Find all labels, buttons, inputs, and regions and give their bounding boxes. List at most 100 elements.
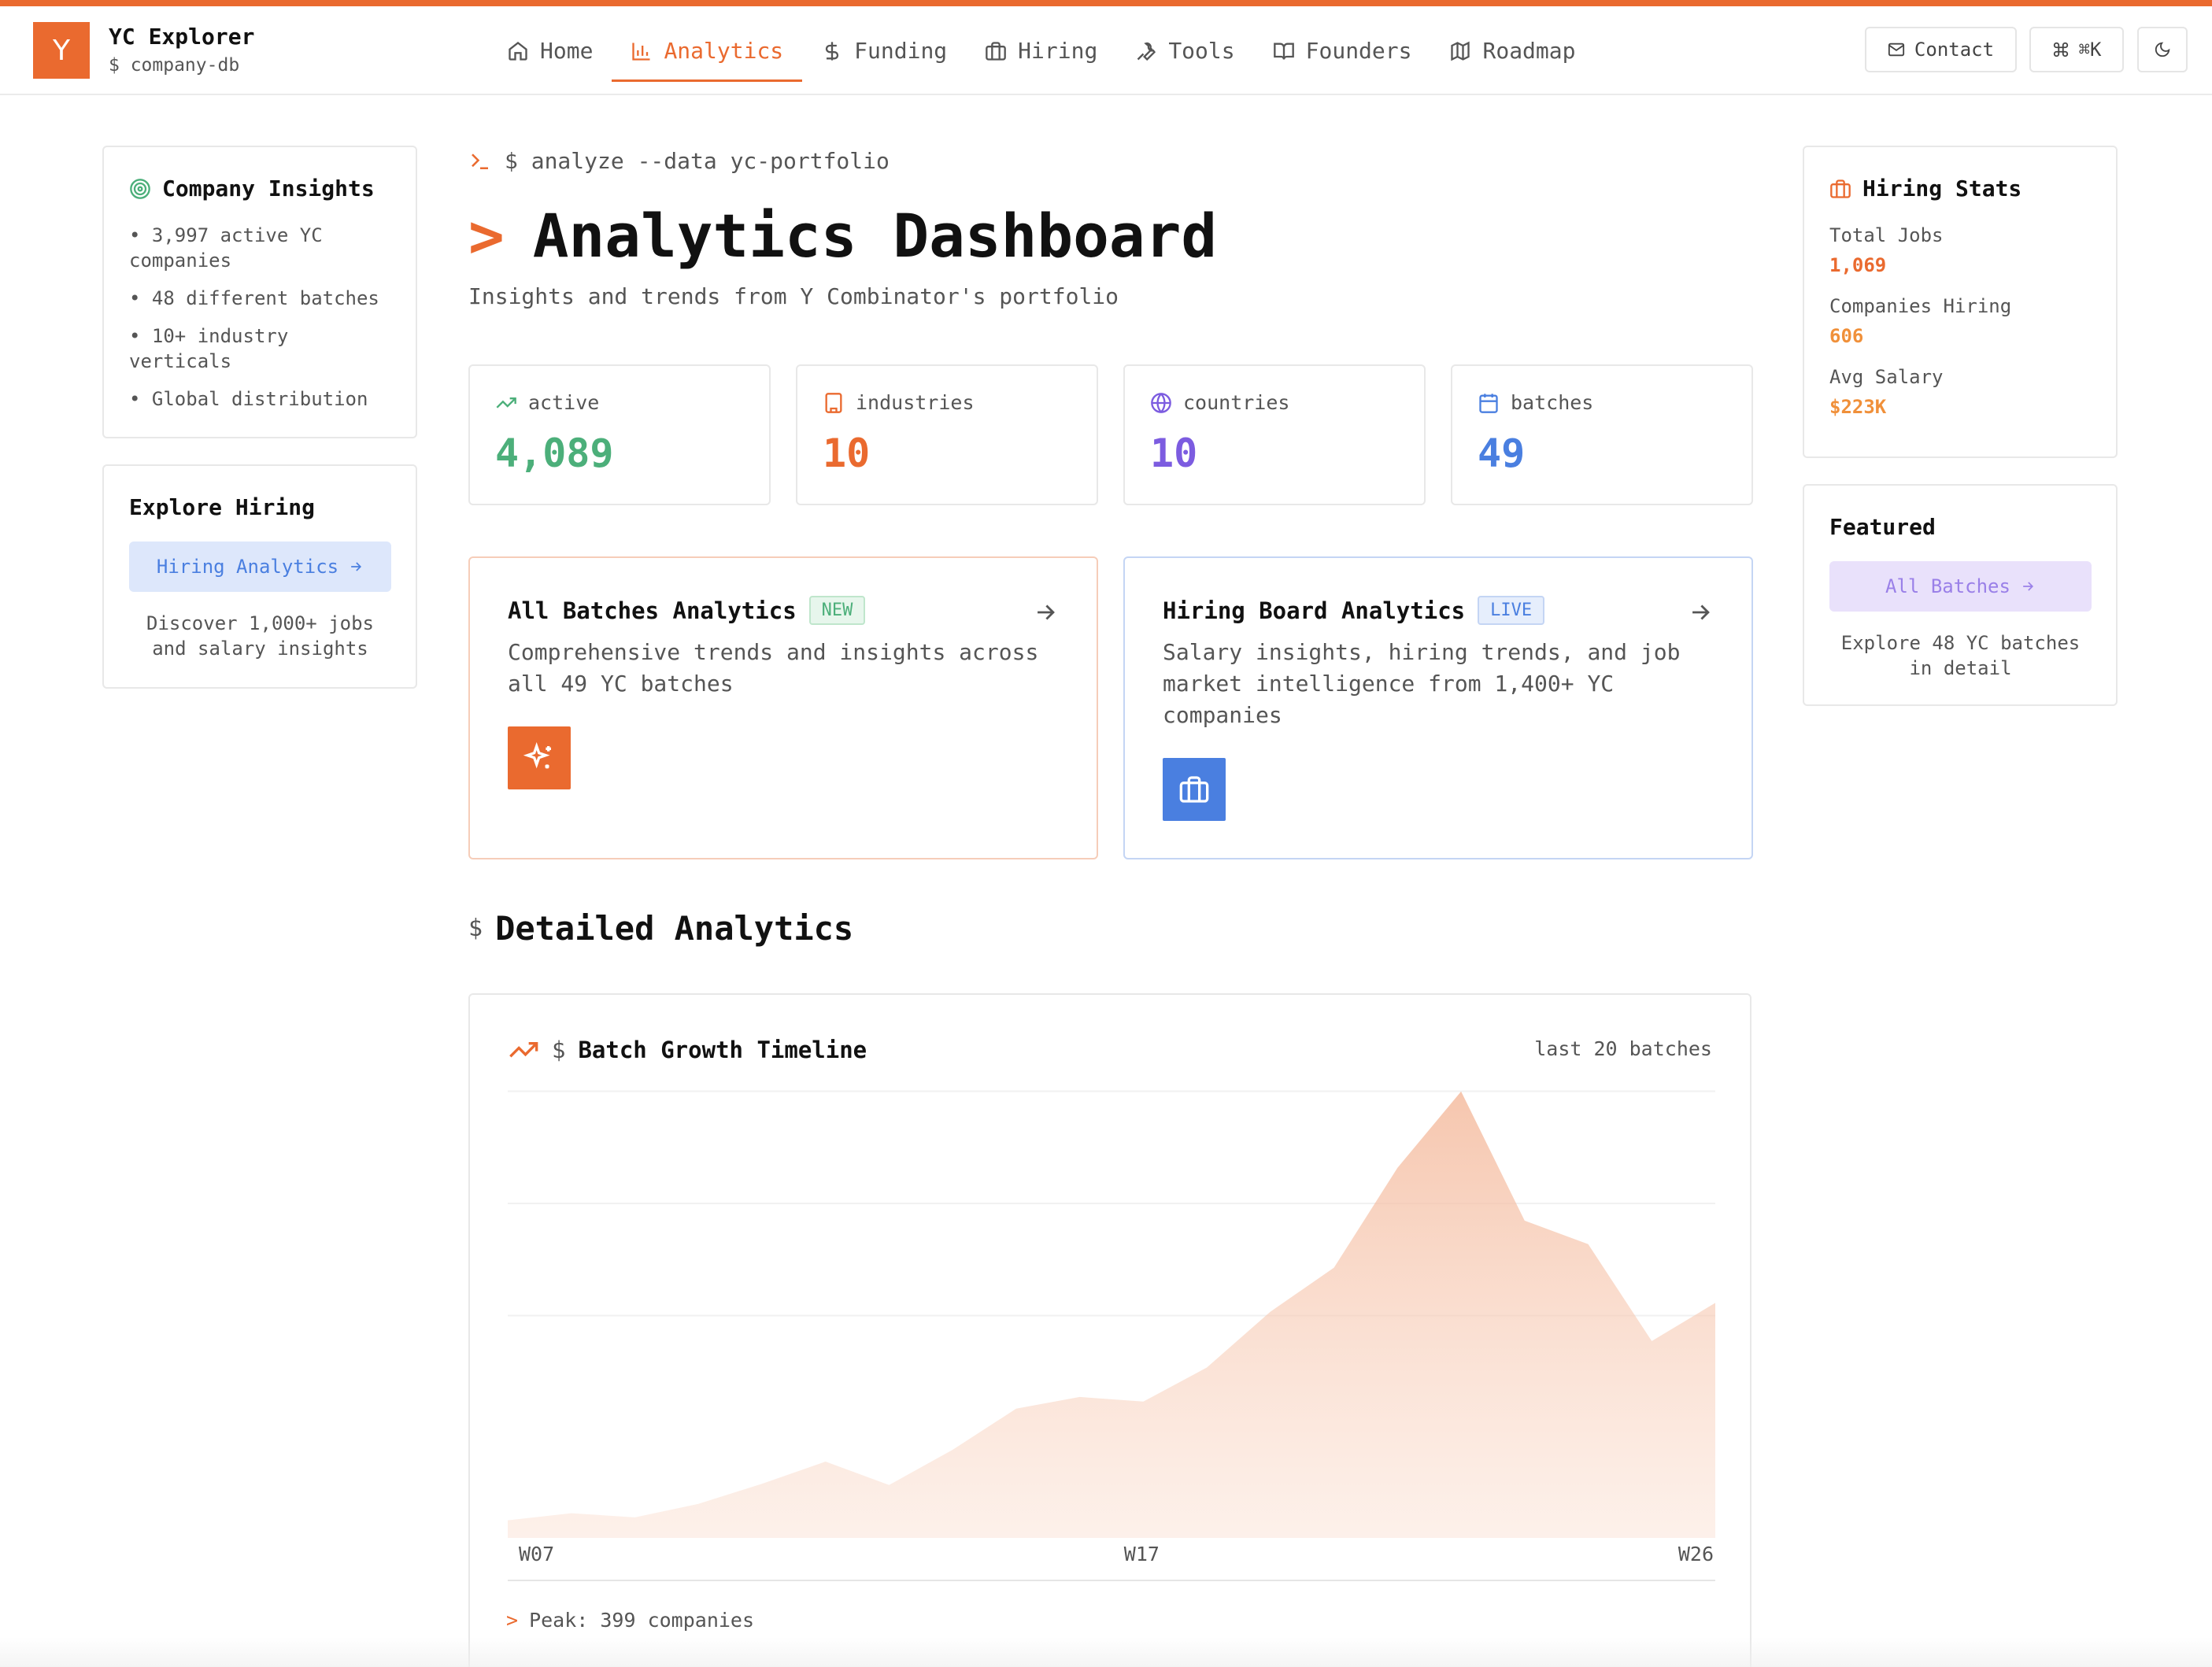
peak-label: Peak: 399 companies (529, 1609, 755, 1632)
hiring-stat-label: Companies Hiring (1829, 295, 2012, 317)
nav-label: Roadmap (1482, 38, 1576, 64)
nav-tools[interactable]: Tools (1116, 24, 1253, 79)
peak-prompt-icon: > (506, 1609, 519, 1632)
page-title: > Analytics Dashboard (468, 201, 1217, 271)
target-icon (130, 178, 150, 199)
nav-label: Tools (1168, 38, 1235, 64)
nav-label: Founders (1305, 38, 1412, 64)
feature-title-row: Hiring Board Analytics LIVE (1163, 596, 1545, 625)
featured-note: Explore 48 YC batches in detail (1840, 632, 2081, 679)
theme-toggle-button[interactable] (2137, 27, 2188, 72)
hiring-stat-label: Total Jobs (1829, 224, 1944, 246)
feature-icon-tile (1163, 758, 1226, 821)
batch-growth-chart (508, 1090, 1715, 1538)
stat-card-countries: countries 10 (1123, 364, 1426, 505)
feature-description: Comprehensive trends and insights across… (508, 639, 1039, 697)
hiring-stats-card: Hiring Stats Total Jobs 1,069 Companies … (1803, 146, 2118, 458)
explore-hiring-card: Explore Hiring Hiring Analytics Discover… (102, 464, 417, 689)
feature-title: All Batches Analytics (508, 597, 797, 624)
stat-label: countries (1183, 391, 1290, 414)
stat-label-row: industries (823, 391, 975, 414)
wrench-icon (1137, 42, 1156, 61)
trending-up-icon (496, 397, 516, 408)
all-batches-analytics-card[interactable]: All Batches Analytics NEW Comprehensive … (468, 556, 1098, 859)
insights-list: • 3,997 active YC companies • 48 differe… (129, 223, 397, 412)
nav-label: Analytics (664, 38, 784, 64)
all-batches-button[interactable]: All Batches (1829, 561, 2092, 612)
stat-label: batches (1511, 391, 1594, 414)
stat-label-row: batches (1478, 391, 1593, 414)
page-subtitle: Insights and trends from Y Combinator's … (468, 283, 1119, 309)
command-line: $ analyze --data yc-portfolio (468, 148, 890, 174)
nav-label: Hiring (1018, 38, 1098, 64)
nav-roadmap[interactable]: Roadmap (1430, 24, 1594, 79)
command-palette-button[interactable]: ⌘K (2029, 27, 2124, 72)
bar-chart-icon (632, 43, 650, 61)
stat-label: active (528, 391, 600, 414)
nav-funding[interactable]: Funding (802, 24, 966, 79)
nav-founders[interactable]: Founders (1254, 24, 1431, 79)
explore-hiring-note: Discover 1,000+ jobs and salary insights (146, 612, 374, 660)
arrow-right-icon[interactable] (1032, 599, 1059, 626)
brand-title: YC Explorer (109, 24, 255, 50)
feature-title: Hiring Board Analytics (1163, 597, 1466, 624)
chart-area-series (508, 1091, 1715, 1538)
feature-description: Salary insights, hiring trends, and job … (1163, 639, 1681, 728)
nav-hiring[interactable]: Hiring (966, 24, 1116, 79)
stat-label-row: countries (1150, 391, 1289, 414)
nav-label: Home (540, 38, 594, 64)
insight-item: • 10+ industry verticals (129, 325, 289, 372)
stat-value: 4,089 (495, 431, 614, 476)
title-prompt: > (468, 201, 505, 271)
stat-card-industries: industries 10 (796, 364, 1098, 505)
chart-title: Batch Growth Timeline (578, 1037, 867, 1063)
hiring-stats-list: Total Jobs 1,069 Companies Hiring 606 Av… (1829, 223, 2011, 420)
x-tick-label: W07 (519, 1543, 555, 1565)
book-open-icon (1273, 43, 1294, 60)
new-badge: NEW (808, 596, 866, 625)
main-nav: Home Analytics Funding Hiring Tools Foun… (488, 6, 1595, 95)
feature-icon-tile (508, 726, 571, 789)
contact-button[interactable]: Contact (1865, 27, 2017, 72)
logo[interactable]: Y (33, 22, 90, 79)
hiring-analytics-label: Hiring Analytics (156, 556, 339, 578)
x-tick-label: W26 (1677, 1543, 1714, 1565)
chart-peak-note: > Peak: 399 companies (506, 1609, 754, 1632)
stat-value: 49 (1478, 431, 1526, 476)
featured-title: Featured (1829, 514, 1936, 540)
featured-card: Featured All Batches Explore 48 YC batch… (1803, 484, 2118, 706)
trending-up-icon (509, 1042, 538, 1058)
insight-item: • 3,997 active YC companies (129, 224, 323, 272)
section-title-text: Detailed Analytics (495, 909, 854, 948)
hiring-analytics-button[interactable]: Hiring Analytics (129, 541, 391, 592)
hiring-stat-value: 1,069 (1829, 254, 1887, 276)
briefcase-icon (1830, 179, 1851, 198)
page-title-text: Analytics Dashboard (532, 201, 1218, 271)
chart-range-label: last 20 batches (1534, 1037, 1712, 1060)
app-header: Y YC Explorer $ company-db Home Analytic… (0, 6, 2212, 95)
stat-label-row: active (495, 391, 599, 414)
arrow-right-icon (351, 562, 362, 571)
nav-label: Funding (854, 38, 948, 64)
command-text: $ analyze --data yc-portfolio (505, 148, 890, 174)
globe-icon (1151, 392, 1171, 413)
arrow-right-icon[interactable] (1687, 599, 1714, 626)
feature-title-row: All Batches Analytics NEW (508, 596, 866, 625)
chart-header: $ Batch Growth Timeline (508, 1034, 867, 1066)
hiring-stat-value: 606 (1829, 325, 1864, 347)
nav-home[interactable]: Home (488, 24, 612, 79)
all-batches-label: All Batches (1885, 575, 2010, 597)
bottom-fade (0, 1637, 2212, 1667)
stat-value: 10 (1150, 431, 1198, 476)
explore-hiring-title: Explore Hiring (129, 494, 316, 520)
mail-icon (1888, 43, 1905, 57)
moon-icon (2155, 42, 2170, 57)
logo-letter: Y (53, 34, 70, 67)
stat-value: 10 (823, 431, 871, 476)
brand-subtitle: $ company-db (109, 55, 240, 76)
sparkles-icon (523, 742, 551, 769)
hiring-board-analytics-card[interactable]: Hiring Board Analytics LIVE Salary insig… (1123, 556, 1753, 859)
nav-analytics[interactable]: Analytics (612, 24, 802, 82)
live-badge: LIVE (1478, 596, 1545, 625)
chart-x-axis (508, 1580, 1715, 1581)
